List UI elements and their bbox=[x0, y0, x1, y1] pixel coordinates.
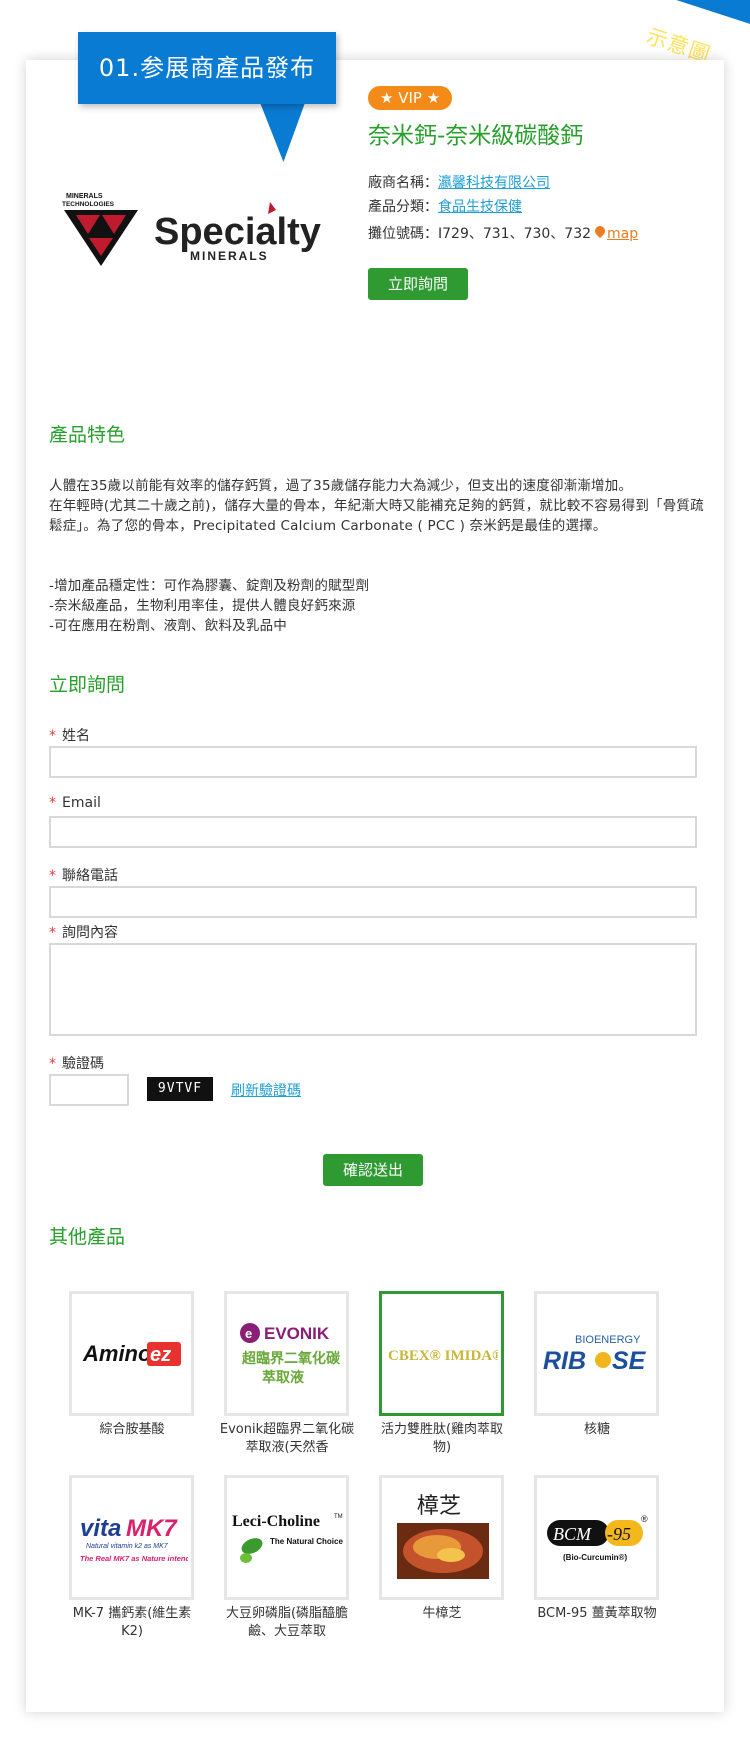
svg-text:The Natural Choice: The Natural Choice bbox=[270, 1537, 343, 1546]
inquiry-title: 立即詢問 bbox=[49, 674, 126, 696]
svg-text:vita: vita bbox=[80, 1515, 121, 1542]
svg-text:®: ® bbox=[641, 1514, 648, 1524]
email-input[interactable] bbox=[49, 816, 697, 848]
svg-text:The Real MK7 as Nature intende: The Real MK7 as Nature intended bbox=[80, 1554, 188, 1563]
svg-text:超臨界二氧化碳: 超臨界二氧化碳 bbox=[241, 1350, 341, 1367]
product-title: 奈米鈣-奈米級碳酸鈣 bbox=[368, 123, 584, 149]
logo-sub-text: MINERALS bbox=[190, 249, 269, 263]
antrodia-logo: 樟芝 bbox=[396, 1494, 489, 1579]
product-caption-leci-choline[interactable]: 大豆卵磷脂(磷脂醯膽鹼、大豆萃取 bbox=[217, 1605, 357, 1641]
product-thumb-aminoez[interactable]: Amino ez bbox=[69, 1291, 194, 1416]
svg-text:樟芝: 樟芝 bbox=[417, 1494, 461, 1519]
svg-text:MK7: MK7 bbox=[126, 1515, 178, 1542]
product-thumb-cbex[interactable]: CBEX® IMIDA® bbox=[379, 1291, 504, 1416]
svg-text:CBEX® IMIDA®: CBEX® IMIDA® bbox=[388, 1348, 498, 1364]
message-label: * 詢問內容 bbox=[49, 925, 118, 941]
svg-text:e: e bbox=[245, 1326, 252, 1341]
svg-text:Natural vitamin k2 as MK7: Natural vitamin k2 as MK7 bbox=[86, 1543, 169, 1550]
name-label: * 姓名 bbox=[49, 728, 90, 744]
vip-badge: ★ VIP ★ bbox=[368, 86, 453, 110]
inquire-now-button[interactable]: 立即詢問 bbox=[368, 268, 468, 300]
banner-prefix: 加值方案 bbox=[559, 0, 651, 47]
leci-choline-logo: Leci-Choline TM The Natural Choice bbox=[232, 1513, 343, 1563]
product-thumb-leci-choline[interactable]: Leci-Choline TM The Natural Choice bbox=[224, 1475, 349, 1600]
svg-text:ez: ez bbox=[150, 1344, 171, 1366]
captcha-input[interactable] bbox=[49, 1074, 129, 1106]
name-input[interactable] bbox=[49, 746, 697, 778]
product-thumb-evonik[interactable]: e EVONIK 超臨界二氧化碳 萃取液 bbox=[224, 1291, 349, 1416]
category-link[interactable]: 食品生技保健 bbox=[438, 199, 522, 215]
logo-main-text: Specialty bbox=[154, 211, 321, 253]
logo-top-text: MINERALS bbox=[66, 193, 103, 200]
phone-input[interactable] bbox=[49, 886, 697, 918]
callout-title: 01.参展商產品發布 bbox=[78, 32, 336, 104]
svg-text:Amino: Amino bbox=[82, 1341, 151, 1366]
aminoez-logo: Amino ez bbox=[82, 1341, 181, 1366]
svg-text:RIB: RIB bbox=[543, 1347, 586, 1375]
category-label: 產品分類： bbox=[368, 199, 438, 215]
map-link[interactable]: map bbox=[607, 226, 638, 242]
other-products-title: 其他產品 bbox=[49, 1226, 126, 1248]
evonik-logo: e EVONIK 超臨界二氧化碳 萃取液 bbox=[239, 1322, 341, 1386]
ribose-logo: BIOENERGY RIB SE bbox=[543, 1334, 647, 1375]
svg-text:Leci-Choline: Leci-Choline bbox=[232, 1513, 320, 1530]
product-caption-antrodia[interactable]: 牛樟芝 bbox=[372, 1605, 512, 1623]
features-bullet2: -奈米級產品，生物利用率佳，提供人體良好鈣來源 bbox=[49, 598, 356, 614]
specialty-minerals-logo: MINERALS TECHNOLOGIES Specialty MINERALS bbox=[62, 193, 321, 266]
booth-label: 攤位號碼： bbox=[368, 226, 438, 242]
category-row: 產品分類：食品生技保健 bbox=[368, 196, 522, 216]
product-thumb-antrodia[interactable]: 樟芝 bbox=[379, 1475, 504, 1600]
svg-text:(Bio-Curcumin®): (Bio-Curcumin®) bbox=[563, 1553, 627, 1562]
phone-label: * 聯絡電話 bbox=[49, 868, 118, 884]
svg-text:-95: -95 bbox=[607, 1524, 631, 1544]
vip-label: VIP bbox=[398, 89, 422, 107]
captcha-label: * 驗證碼 bbox=[49, 1056, 104, 1072]
product-thumb-bcm95[interactable]: BCM -95 ® (Bio-Curcumin®) bbox=[534, 1475, 659, 1600]
features-bullet3: -可在應用在粉劑、液劑、飲料及乳品中 bbox=[49, 618, 287, 634]
vitamk7-logo: vita MK7 Natural vitamin k2 as MK7 The R… bbox=[80, 1515, 188, 1563]
svg-text:TM: TM bbox=[334, 1514, 343, 1520]
features-para2: 在年輕時(尤其二十歲之前)，儲存大量的骨本，年紀漸大時又能補充足夠的鈣質，就比較… bbox=[49, 498, 704, 534]
svg-text:BCM: BCM bbox=[553, 1524, 592, 1544]
features-bullet1: -增加產品穩定性：可作為膠囊、錠劑及粉劑的賦型劑 bbox=[49, 578, 370, 594]
product-caption-ribose[interactable]: 核糖 bbox=[527, 1421, 667, 1439]
vendor-row: 廠商名稱：瀛馨科技有限公司 bbox=[368, 172, 550, 192]
svg-text:TECHNOLOGIES: TECHNOLOGIES bbox=[62, 201, 115, 208]
svg-text:SE: SE bbox=[612, 1347, 647, 1375]
features-title: 產品特色 bbox=[49, 424, 126, 446]
product-caption-evonik[interactable]: Evonik超臨界二氧化碳萃取液(天然香 bbox=[217, 1421, 357, 1457]
product-caption-aminoez[interactable]: 綜合胺基酸 bbox=[62, 1421, 202, 1439]
email-label: * Email bbox=[49, 795, 101, 811]
map-pin-icon bbox=[592, 223, 608, 239]
vendor-label: 廠商名稱： bbox=[368, 175, 438, 191]
bcm95-logo: BCM -95 ® (Bio-Curcumin®) bbox=[546, 1514, 648, 1562]
cbex-imida-logo: CBEX® IMIDA® bbox=[388, 1348, 498, 1364]
product-thumb-ribose[interactable]: BIOENERGY RIB SE bbox=[534, 1291, 659, 1416]
svg-text:BIOENERGY: BIOENERGY bbox=[575, 1334, 641, 1346]
features-para1: 人體在35歲以前能有效率的儲存鈣質，過了35歲儲存能力大為減少，但支出的速度卻漸… bbox=[49, 478, 633, 494]
vendor-link[interactable]: 瀛馨科技有限公司 bbox=[438, 175, 550, 191]
booth-value: I729、731、730、732 bbox=[438, 226, 592, 242]
refresh-captcha-link[interactable]: 刷新驗證碼 bbox=[231, 1080, 301, 1100]
corner-banner-text: 加值方案示意圖 bbox=[559, 0, 715, 69]
submit-button[interactable]: 確認送出 bbox=[323, 1154, 423, 1186]
booth-row: 攤位號碼：I729、731、730、732 map bbox=[368, 223, 638, 243]
product-thumb-vitamk7[interactable]: vita MK7 Natural vitamin k2 as MK7 The R… bbox=[69, 1475, 194, 1600]
product-caption-cbex[interactable]: 活力雙胜肽(雞肉萃取物) bbox=[372, 1421, 512, 1457]
product-caption-vitamk7[interactable]: MK-7 攜鈣素(維生素K2) bbox=[62, 1605, 202, 1641]
svg-text:萃取液: 萃取液 bbox=[262, 1369, 305, 1386]
captcha-image: 9VTVF bbox=[147, 1077, 213, 1101]
message-textarea[interactable] bbox=[49, 943, 697, 1036]
product-caption-bcm95[interactable]: BCM-95 薑黃萃取物 bbox=[527, 1605, 667, 1623]
svg-text:EVONIK: EVONIK bbox=[264, 1324, 330, 1343]
